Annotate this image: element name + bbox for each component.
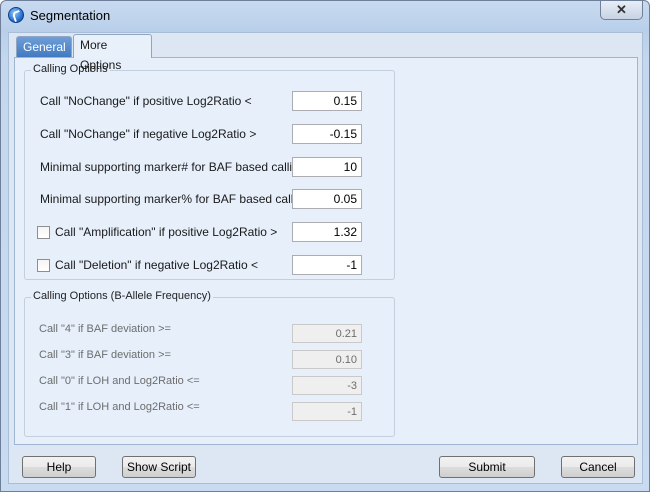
- cancel-button[interactable]: Cancel: [561, 456, 635, 478]
- nochange-negative-label: Call "NoChange" if negative Log2Ratio >: [40, 127, 257, 141]
- amplification-input[interactable]: 1.32: [292, 222, 362, 242]
- baf-call-3-input: 0.10: [292, 350, 362, 369]
- nochange-negative-input[interactable]: -0.15: [292, 124, 362, 144]
- app-logo-icon: [8, 7, 24, 23]
- min-marker-percent-label: Minimal supporting marker% for BAF based…: [40, 192, 310, 206]
- baf-call-1-input: -1: [292, 402, 362, 421]
- deletion-label: Call "Deletion" if negative Log2Ratio <: [55, 258, 258, 272]
- baf-call-3-label: Call "3" if BAF deviation >=: [39, 349, 171, 361]
- tab-more-options[interactable]: More Options: [73, 34, 152, 72]
- min-marker-count-label: Minimal supporting marker# for BAF based…: [40, 160, 306, 174]
- deletion-input[interactable]: -1: [292, 255, 362, 275]
- min-marker-percent-input[interactable]: 0.05: [292, 189, 362, 209]
- segmentation-dialog: Segmentation ✕ General More Options Call…: [0, 0, 650, 492]
- close-button[interactable]: ✕: [600, 1, 643, 20]
- nochange-positive-input[interactable]: 0.15: [292, 91, 362, 111]
- min-marker-count-input[interactable]: 10: [292, 157, 362, 177]
- nochange-positive-label: Call "NoChange" if positive Log2Ratio <: [40, 94, 252, 108]
- baf-call-1-label: Call "1" if LOH and Log2Ratio <=: [39, 401, 200, 413]
- baf-call-4-input: 0.21: [292, 324, 362, 343]
- calling-options-group: Calling Options Call "NoChange" if posit…: [24, 63, 395, 280]
- amplification-checkbox[interactable]: [37, 226, 50, 239]
- more-options-panel: Calling Options Call "NoChange" if posit…: [14, 57, 638, 445]
- deletion-checkbox[interactable]: [37, 259, 50, 272]
- help-button[interactable]: Help: [22, 456, 96, 478]
- amplification-label: Call "Amplification" if positive Log2Rat…: [55, 225, 278, 239]
- baf-call-4-label: Call "4" if BAF deviation >=: [39, 323, 171, 335]
- baf-call-0-label: Call "0" if LOH and Log2Ratio <=: [39, 375, 200, 387]
- baf-options-legend: Calling Options (B-Allele Frequency): [31, 290, 213, 302]
- baf-options-group: Calling Options (B-Allele Frequency) Cal…: [24, 290, 395, 437]
- baf-call-0-input: -3: [292, 376, 362, 395]
- window-title: Segmentation: [30, 8, 111, 23]
- show-script-button[interactable]: Show Script: [122, 456, 196, 478]
- dialog-body: General More Options Calling Options Cal…: [8, 32, 643, 484]
- tab-general[interactable]: General: [16, 36, 72, 58]
- title-bar: Segmentation ✕: [1, 1, 649, 31]
- submit-button[interactable]: Submit: [439, 456, 535, 478]
